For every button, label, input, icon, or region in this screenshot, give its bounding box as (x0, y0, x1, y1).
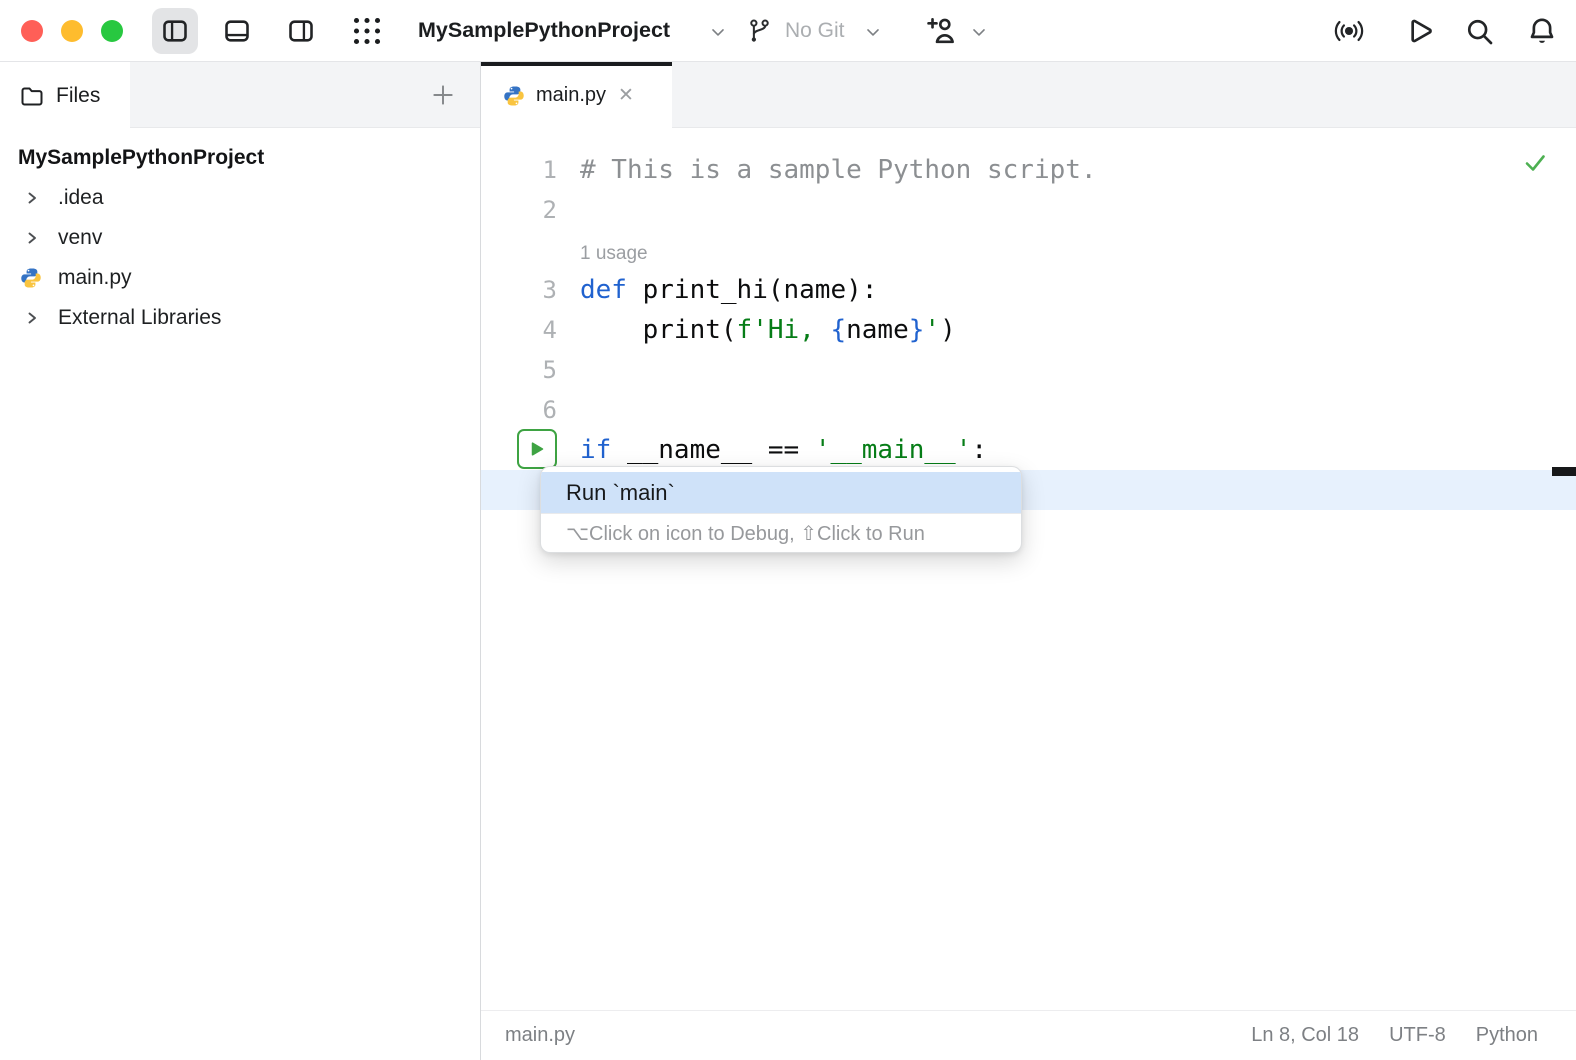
run-button[interactable] (1401, 14, 1435, 48)
run-context-popup: Run `main` ⌥Click on icon to Debug, ⇧Cli… (540, 466, 1022, 553)
grid-dots-icon (353, 17, 381, 45)
main-toolbar: MySamplePythonProject No Git (0, 0, 1576, 62)
code-line[interactable]: 2 (481, 190, 1576, 230)
popup-hint-text: ⌥Click on icon to Debug, ⇧Click to Run (541, 513, 1021, 552)
status-language[interactable]: Python (1476, 1024, 1538, 1047)
tree-item-label: venv (58, 226, 103, 249)
git-branch-icon[interactable] (746, 17, 773, 45)
broadcast-icon (1334, 20, 1364, 42)
tree-item-idea[interactable]: .idea (0, 178, 480, 218)
usage-inlay-hint[interactable]: 1 usage (481, 230, 1576, 270)
right-panel-icon (289, 20, 313, 42)
code-text: if __name__ == '__main__': (580, 435, 988, 465)
pycharm-window: MySamplePythonProject No Git Files MySam… (0, 0, 1576, 1060)
chevron-right-icon[interactable] (24, 310, 40, 326)
tree-item-venv[interactable]: venv (0, 218, 480, 258)
toggle-bottom-panel-button[interactable] (214, 8, 260, 54)
window-zoom-button[interactable] (101, 20, 123, 42)
code-line[interactable]: 4 print(f'Hi, {name}') (481, 310, 1576, 350)
python-file-icon (20, 267, 42, 289)
tree-item-main-py[interactable]: main.py (0, 258, 480, 298)
gutter-run-button[interactable] (517, 429, 557, 469)
status-encoding[interactable]: UTF-8 (1389, 1024, 1446, 1047)
folder-icon (21, 87, 43, 105)
vcs-chevron-down-icon[interactable] (863, 22, 883, 42)
tree-item-label: main.py (58, 266, 132, 289)
bottom-panel-icon (225, 20, 249, 42)
popup-run-main-item[interactable]: Run `main` (541, 472, 1021, 513)
code-text: def print_hi(name): (580, 275, 878, 305)
line-number: 6 (542, 396, 557, 424)
tab-files[interactable]: Files (0, 62, 130, 129)
line-number: 1 (542, 156, 557, 184)
project-name-widget[interactable]: MySamplePythonProject (418, 0, 670, 61)
bell-icon (1530, 18, 1554, 43)
chevron-right-icon[interactable] (24, 190, 40, 206)
active-tab-indicator (481, 62, 672, 66)
play-icon (1411, 19, 1432, 43)
tree-item-label: .idea (58, 186, 104, 209)
code-line[interactable]: if __name__ == '__main__': (481, 430, 1576, 470)
code-with-me-button[interactable] (1332, 14, 1366, 48)
code-line[interactable]: 1 # This is a sample Python script. (481, 150, 1576, 190)
notifications-button[interactable] (1525, 14, 1559, 48)
tool-windows-menu-button[interactable] (348, 12, 386, 50)
close-tab-icon[interactable]: ✕ (618, 86, 634, 105)
share-chevron-down-icon[interactable] (969, 22, 989, 42)
tab-files-label: Files (56, 83, 101, 107)
status-caret-position[interactable]: Ln 8, Col 18 (1251, 1024, 1359, 1047)
chevron-right-icon[interactable] (24, 230, 40, 246)
editor-tabstrip: main.py ✕ (481, 62, 1576, 129)
code-text: print(f'Hi, {name}') (580, 315, 956, 345)
code-text: # This is a sample Python script. (580, 155, 1097, 185)
line-number: 5 (542, 356, 557, 384)
code-line[interactable]: 6 (481, 390, 1576, 430)
editor-tab-main-py[interactable]: main.py ✕ (481, 62, 672, 129)
line-number: 4 (542, 316, 557, 344)
add-tab-plus-icon[interactable] (430, 82, 456, 108)
project-chevron-down-icon[interactable] (708, 22, 728, 42)
line-number: 2 (542, 196, 557, 224)
editor-pane: main.py ✕ 1 # This is a sample Python scr… (481, 62, 1576, 1060)
add-user-icon[interactable] (923, 15, 960, 47)
editor-tab-label: main.py (536, 84, 607, 106)
left-panel-icon (163, 20, 187, 42)
code-line[interactable]: 3 def print_hi(name): (481, 270, 1576, 310)
window-minimize-button[interactable] (61, 20, 83, 42)
tree-item-label: External Libraries (58, 306, 222, 329)
sidebar-tabstrip: Files (0, 62, 480, 129)
toggle-left-panel-button[interactable] (152, 8, 198, 54)
run-triangle-icon (531, 442, 544, 456)
project-tree: MySamplePythonProject .idea venv main.py… (0, 129, 480, 338)
window-close-button[interactable] (21, 20, 43, 42)
code-editor[interactable]: 1 # This is a sample Python script. 2 1 usa… (481, 128, 1576, 1010)
inlay-text: 1 usage (580, 243, 648, 264)
status-bar: main.py Ln 8, Col 18 UTF-8 Python (481, 1010, 1576, 1060)
line-number: 3 (542, 276, 557, 304)
code-lines: 1 # This is a sample Python script. 2 1 usa… (481, 150, 1576, 470)
toggle-right-panel-button[interactable] (278, 8, 324, 54)
code-line[interactable]: 5 (481, 350, 1576, 390)
tree-root-label[interactable]: MySamplePythonProject (0, 138, 480, 178)
project-sidebar: Files MySamplePythonProject .idea venv m… (0, 62, 481, 1060)
search-everywhere-button[interactable] (1462, 14, 1496, 48)
search-icon (1467, 19, 1493, 45)
python-file-icon (503, 85, 525, 107)
tree-item-external-libraries[interactable]: External Libraries (0, 298, 480, 338)
vcs-widget[interactable]: No Git (785, 0, 845, 61)
status-file-name: main.py (505, 1024, 576, 1046)
